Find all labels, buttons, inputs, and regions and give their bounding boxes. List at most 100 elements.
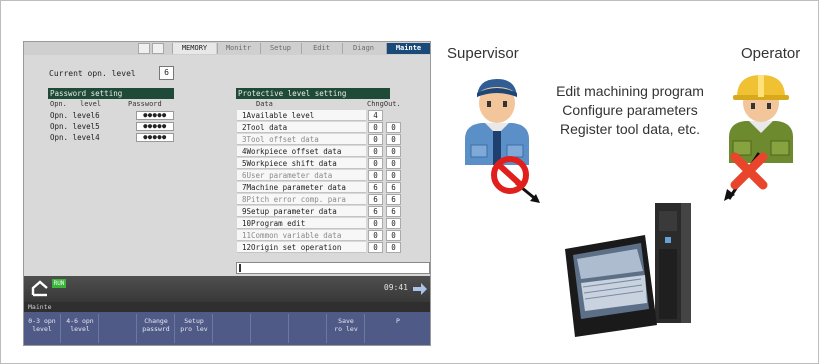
softkey-line1: Setup: [184, 317, 204, 325]
softkey[interactable]: Change passwrd: [138, 314, 175, 343]
tab-mainte[interactable]: Mainte: [386, 43, 430, 54]
password-col-level: level: [80, 100, 102, 108]
protect-item: 8Pitch error comp. para: [237, 194, 366, 205]
softkey[interactable]: Save ro lev: [328, 314, 365, 343]
tab-setup[interactable]: Setup: [260, 43, 300, 54]
protect-row[interactable]: 3Tool offset data 0 0: [237, 134, 430, 145]
softkey[interactable]: P: [366, 314, 430, 343]
protective-level-title: Protective level setting: [236, 88, 390, 99]
protect-change-level[interactable]: 0: [368, 242, 383, 253]
protect-change-level[interactable]: 0: [368, 134, 383, 145]
protect-output-level[interactable]: 0: [386, 242, 401, 253]
softkey-line2: passwrd: [142, 325, 170, 333]
tab-monitor[interactable]: Monitr: [217, 43, 259, 54]
protect-change-level[interactable]: 0: [368, 158, 383, 169]
password-row-label: Opn. level4: [50, 133, 100, 142]
protect-item: 7Machine parameter data: [237, 182, 366, 193]
protect-row[interactable]: 2Tool data 0 0: [237, 122, 430, 133]
protect-row[interactable]: 9Setup parameter data 6 6: [237, 206, 430, 217]
protect-output-level[interactable]: 0: [386, 134, 401, 145]
tab-blank: [152, 43, 164, 54]
protect-row[interactable]: 10Program edit 0 0: [237, 218, 430, 229]
protect-col-data: Data: [256, 100, 273, 108]
protect-output-level[interactable]: 0: [386, 230, 401, 241]
password-row-label: Opn. level6: [50, 111, 100, 120]
softkey[interactable]: 4-6 opn level: [62, 314, 99, 343]
protect-output-level[interactable]: 0: [386, 218, 401, 229]
softkey-line2: level: [70, 325, 90, 333]
protect-change-level[interactable]: 6: [368, 194, 383, 205]
prohibition-icon: [491, 156, 540, 203]
cnc-controller-image: [565, 203, 691, 337]
input-field[interactable]: [236, 262, 430, 274]
protect-change-level[interactable]: 6: [368, 206, 383, 217]
protect-change-level[interactable]: 0: [368, 218, 383, 229]
softkey[interactable]: [214, 314, 251, 343]
protect-item: 3Tool offset data: [237, 134, 366, 145]
protect-change-level[interactable]: 4: [368, 110, 383, 121]
menu-label: Mainte: [24, 302, 430, 312]
password-col-password: Password: [128, 100, 162, 108]
protect-change-level[interactable]: 6: [368, 182, 383, 193]
protect-item: 2Tool data: [237, 122, 366, 133]
protect-row[interactable]: 7Machine parameter data 6 6: [237, 182, 430, 193]
protect-output-level[interactable]: 0: [386, 158, 401, 169]
tab-memory[interactable]: MEMORY: [172, 43, 216, 54]
protect-row[interactable]: 11Common variable data 0 0: [237, 230, 430, 241]
protect-item: 10Program edit: [237, 218, 366, 229]
permission-description: Edit machining program Configure paramet…: [556, 83, 704, 137]
softkey-bar: 0-3 opn level 4-6 opn level Change passwrd …: [24, 312, 430, 345]
protect-row[interactable]: 1Available level 4: [237, 110, 430, 121]
protect-row[interactable]: 12Origin set operation 0 0: [237, 242, 430, 253]
home-icon[interactable]: [30, 279, 50, 299]
password-col-opn: Opn.: [50, 100, 67, 108]
softkey-line1: Change: [144, 317, 168, 325]
protect-row[interactable]: 6User parameter data 0 0: [237, 170, 430, 181]
tab-edit[interactable]: Edit: [301, 43, 341, 54]
softkey-line1: 4-6 opn: [66, 317, 94, 325]
status-strip: RUN 09:41: [24, 276, 430, 302]
next-arrow-icon[interactable]: [412, 282, 428, 296]
protect-change-level[interactable]: 0: [368, 230, 383, 241]
password-field[interactable]: ●●●●●: [136, 111, 174, 120]
protect-output-level[interactable]: 0: [386, 146, 401, 157]
protect-item: 5Workpiece shift data: [237, 158, 366, 169]
softkey-line1: P: [396, 317, 400, 325]
clock: 09:41: [383, 283, 408, 292]
protect-output-level[interactable]: 6: [386, 194, 401, 205]
protect-change-level[interactable]: 0: [368, 146, 383, 157]
protect-change-level[interactable]: 0: [368, 170, 383, 181]
cnc-tab-bar: MEMORY Monitr Setup Edit Diagn Mainte: [24, 42, 430, 55]
operator-label: Operator: [741, 45, 801, 62]
current-level-label: Current opn. level: [49, 69, 136, 78]
protect-output-level[interactable]: 0: [386, 122, 401, 133]
protect-row[interactable]: 5Workpiece shift data 0 0: [237, 158, 430, 169]
supervisor-figure: [465, 79, 529, 165]
protect-row[interactable]: 8Pitch error comp. para 6 6: [237, 194, 430, 205]
protect-output-level[interactable]: 6: [386, 206, 401, 217]
illustration-frame: MEMORY Monitr Setup Edit Diagn Mainte Cu…: [0, 0, 819, 364]
password-setting-title: Password setting: [48, 88, 174, 99]
softkey-line2: level: [32, 325, 52, 333]
softkey[interactable]: Setup pro lev: [176, 314, 213, 343]
softkey[interactable]: [100, 314, 137, 343]
protect-row[interactable]: 4Workpiece offset data 0 0: [237, 146, 430, 157]
protect-output-level[interactable]: 0: [386, 170, 401, 181]
softkey-line1: 0-3 opn: [28, 317, 56, 325]
cnc-screen: MEMORY Monitr Setup Edit Diagn Mainte Cu…: [23, 41, 431, 346]
protect-change-level[interactable]: 0: [368, 122, 383, 133]
protect-item: 6User parameter data: [237, 170, 366, 181]
protect-item: 9Setup parameter data: [237, 206, 366, 217]
supervisor-label: Supervisor: [447, 45, 519, 62]
tab-blank: [138, 43, 150, 54]
softkey[interactable]: [252, 314, 289, 343]
protect-output-level[interactable]: 6: [386, 182, 401, 193]
softkey-line2: ro lev: [334, 325, 358, 333]
password-field[interactable]: ●●●●●: [136, 133, 174, 142]
text-cursor: [239, 264, 241, 272]
softkey[interactable]: 0-3 opn level: [24, 314, 61, 343]
softkey-line1: Save: [338, 317, 354, 325]
softkey[interactable]: [290, 314, 327, 343]
password-field[interactable]: ●●●●●: [136, 122, 174, 131]
tab-diagn[interactable]: Diagn: [342, 43, 384, 54]
